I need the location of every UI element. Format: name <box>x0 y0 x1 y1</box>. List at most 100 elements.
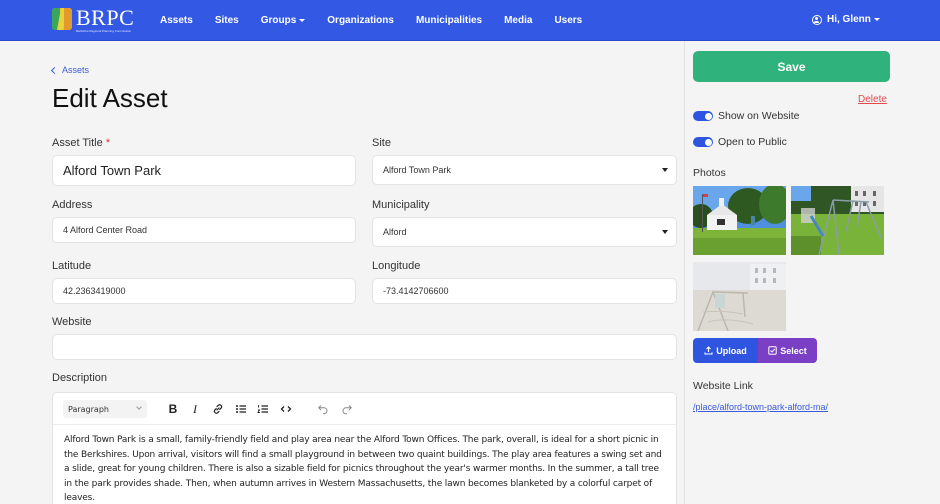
nav-assets[interactable]: Assets <box>160 15 193 26</box>
website-link-label: Website Link <box>693 380 753 392</box>
save-button[interactable]: Save <box>693 51 890 82</box>
show-on-website-label: Show on Website <box>718 110 800 122</box>
nav-media-label: Media <box>504 15 533 26</box>
chevron-left-icon <box>50 66 59 74</box>
editor-toolbar: Paragraph B I <box>53 393 676 425</box>
bullet-list-icon <box>236 405 246 413</box>
upload-icon <box>704 346 713 355</box>
latitude-label: Latitude <box>52 260 92 272</box>
description-content[interactable]: Alford Town Park is a small, family-frie… <box>64 433 669 504</box>
photo-actions: Upload Select <box>693 338 817 363</box>
block-type-select[interactable]: Paragraph <box>63 400 147 418</box>
asset-title-label-text: Asset Title <box>52 137 103 149</box>
checkbox-select-icon <box>768 346 777 355</box>
caret-down-icon <box>662 230 668 234</box>
photo-thumbnail[interactable] <box>693 262 786 331</box>
block-type-value: Paragraph <box>68 404 109 414</box>
site-value: Alford Town Park <box>383 165 451 175</box>
longitude-label: Longitude <box>372 260 421 272</box>
longitude-value: -73.4142706600 <box>383 286 449 296</box>
delete-link[interactable]: Delete <box>858 94 887 105</box>
numbered-list-icon <box>257 405 268 413</box>
caret-down-icon <box>662 168 668 172</box>
code-icon <box>280 406 292 412</box>
logo-mark-icon <box>52 8 72 30</box>
logo-brand: BRPC <box>76 5 135 30</box>
nav-groups-dropdown[interactable]: Groups <box>261 15 306 26</box>
nav-sites[interactable]: Sites <box>215 15 239 26</box>
nav-users-label: Users <box>554 15 583 26</box>
user-circle-icon <box>812 14 822 25</box>
photos-label: Photos <box>693 167 726 179</box>
website-link[interactable]: /place/alford-town-park-alford-ma/ <box>693 402 828 412</box>
site-select[interactable]: Alford Town Park <box>372 155 677 185</box>
brpc-logo[interactable]: BRPC Berkshire Regional Planning Commiss… <box>52 5 135 33</box>
nav-municipalities-label: Municipalities <box>415 15 483 26</box>
italic-button[interactable]: I <box>186 400 204 418</box>
upload-label: Upload <box>716 345 747 356</box>
select-button[interactable]: Select <box>758 338 817 363</box>
sidebar-divider <box>684 41 685 504</box>
nav-groups-label: Groups <box>260 15 297 26</box>
nav-municipalities[interactable]: Municipalities <box>416 15 482 26</box>
nav-users[interactable]: Users <box>554 15 582 26</box>
longitude-input[interactable]: -73.4142706600 <box>372 278 677 304</box>
breadcrumb-label: Assets <box>62 65 90 75</box>
photo-swing-set-image <box>791 186 884 255</box>
bullet-list-button[interactable] <box>232 400 250 418</box>
description-label: Description <box>52 372 108 384</box>
code-button[interactable] <box>277 400 295 418</box>
link-icon <box>213 404 223 414</box>
numbered-list-button[interactable] <box>254 400 272 418</box>
asset-title-value: Alford Town Park <box>63 163 162 178</box>
address-value: 4 Alford Center Road <box>63 225 148 235</box>
municipality-value: Alford <box>383 227 407 237</box>
logo-subtitle: Berkshire Regional Planning Commission <box>76 29 132 33</box>
redo-button[interactable] <box>338 400 356 418</box>
municipality-select[interactable]: Alford <box>372 217 677 247</box>
chevron-down-icon <box>136 404 142 410</box>
breadcrumb-back-link[interactable]: Assets <box>50 65 90 75</box>
show-on-website-row: Show on Website <box>693 110 800 122</box>
bold-icon: B <box>168 402 178 416</box>
open-to-public-row: Open to Public <box>693 136 787 148</box>
asset-title-label: Asset Title * <box>52 137 110 149</box>
nav-assets-label: Assets <box>160 15 193 26</box>
photo-town-hall-image <box>693 186 786 255</box>
bold-button[interactable]: B <box>164 400 182 418</box>
description-editor: Paragraph B I Alford Town Park is a smal… <box>52 392 677 504</box>
redo-icon <box>342 405 352 415</box>
nav-media[interactable]: Media <box>504 15 532 26</box>
show-on-website-toggle[interactable] <box>693 111 713 121</box>
nav-organizations-label: Organizations <box>327 15 394 26</box>
photo-thumbnail[interactable] <box>693 186 786 255</box>
caret-down-icon <box>873 18 880 21</box>
upload-button[interactable]: Upload <box>693 338 758 363</box>
site-label: Site <box>372 137 391 149</box>
address-input[interactable]: 4 Alford Center Road <box>52 217 356 243</box>
open-to-public-toggle[interactable] <box>693 137 713 147</box>
open-to-public-label: Open to Public <box>718 136 787 148</box>
page-title: Edit Asset <box>52 83 168 113</box>
select-label: Select <box>780 345 807 356</box>
nav-organizations[interactable]: Organizations <box>327 15 394 26</box>
website-label: Website <box>52 316 92 328</box>
photo-thumbnail[interactable] <box>791 186 884 255</box>
website-input[interactable] <box>52 334 677 360</box>
undo-button[interactable] <box>314 400 332 418</box>
latitude-value: 42.2363419000 <box>63 286 126 296</box>
nav-links: Assets Sites Groups Organizations Munici… <box>160 0 604 41</box>
user-menu-dropdown[interactable]: Hi, Glenn <box>812 14 880 25</box>
undo-icon <box>318 405 328 415</box>
navbar: BRPC Berkshire Regional Planning Commiss… <box>0 0 940 41</box>
link-button[interactable] <box>209 400 227 418</box>
municipality-label: Municipality <box>372 199 430 211</box>
asset-title-input[interactable]: Alford Town Park <box>52 155 356 186</box>
required-marker: * <box>105 137 111 149</box>
latitude-input[interactable]: 42.2363419000 <box>52 278 356 304</box>
address-label: Address <box>52 199 93 211</box>
italic-icon: I <box>193 401 197 416</box>
photo-playground-faded-image <box>693 262 786 331</box>
user-greeting: Hi, Glenn <box>827 14 871 25</box>
nav-sites-label: Sites <box>214 15 239 26</box>
